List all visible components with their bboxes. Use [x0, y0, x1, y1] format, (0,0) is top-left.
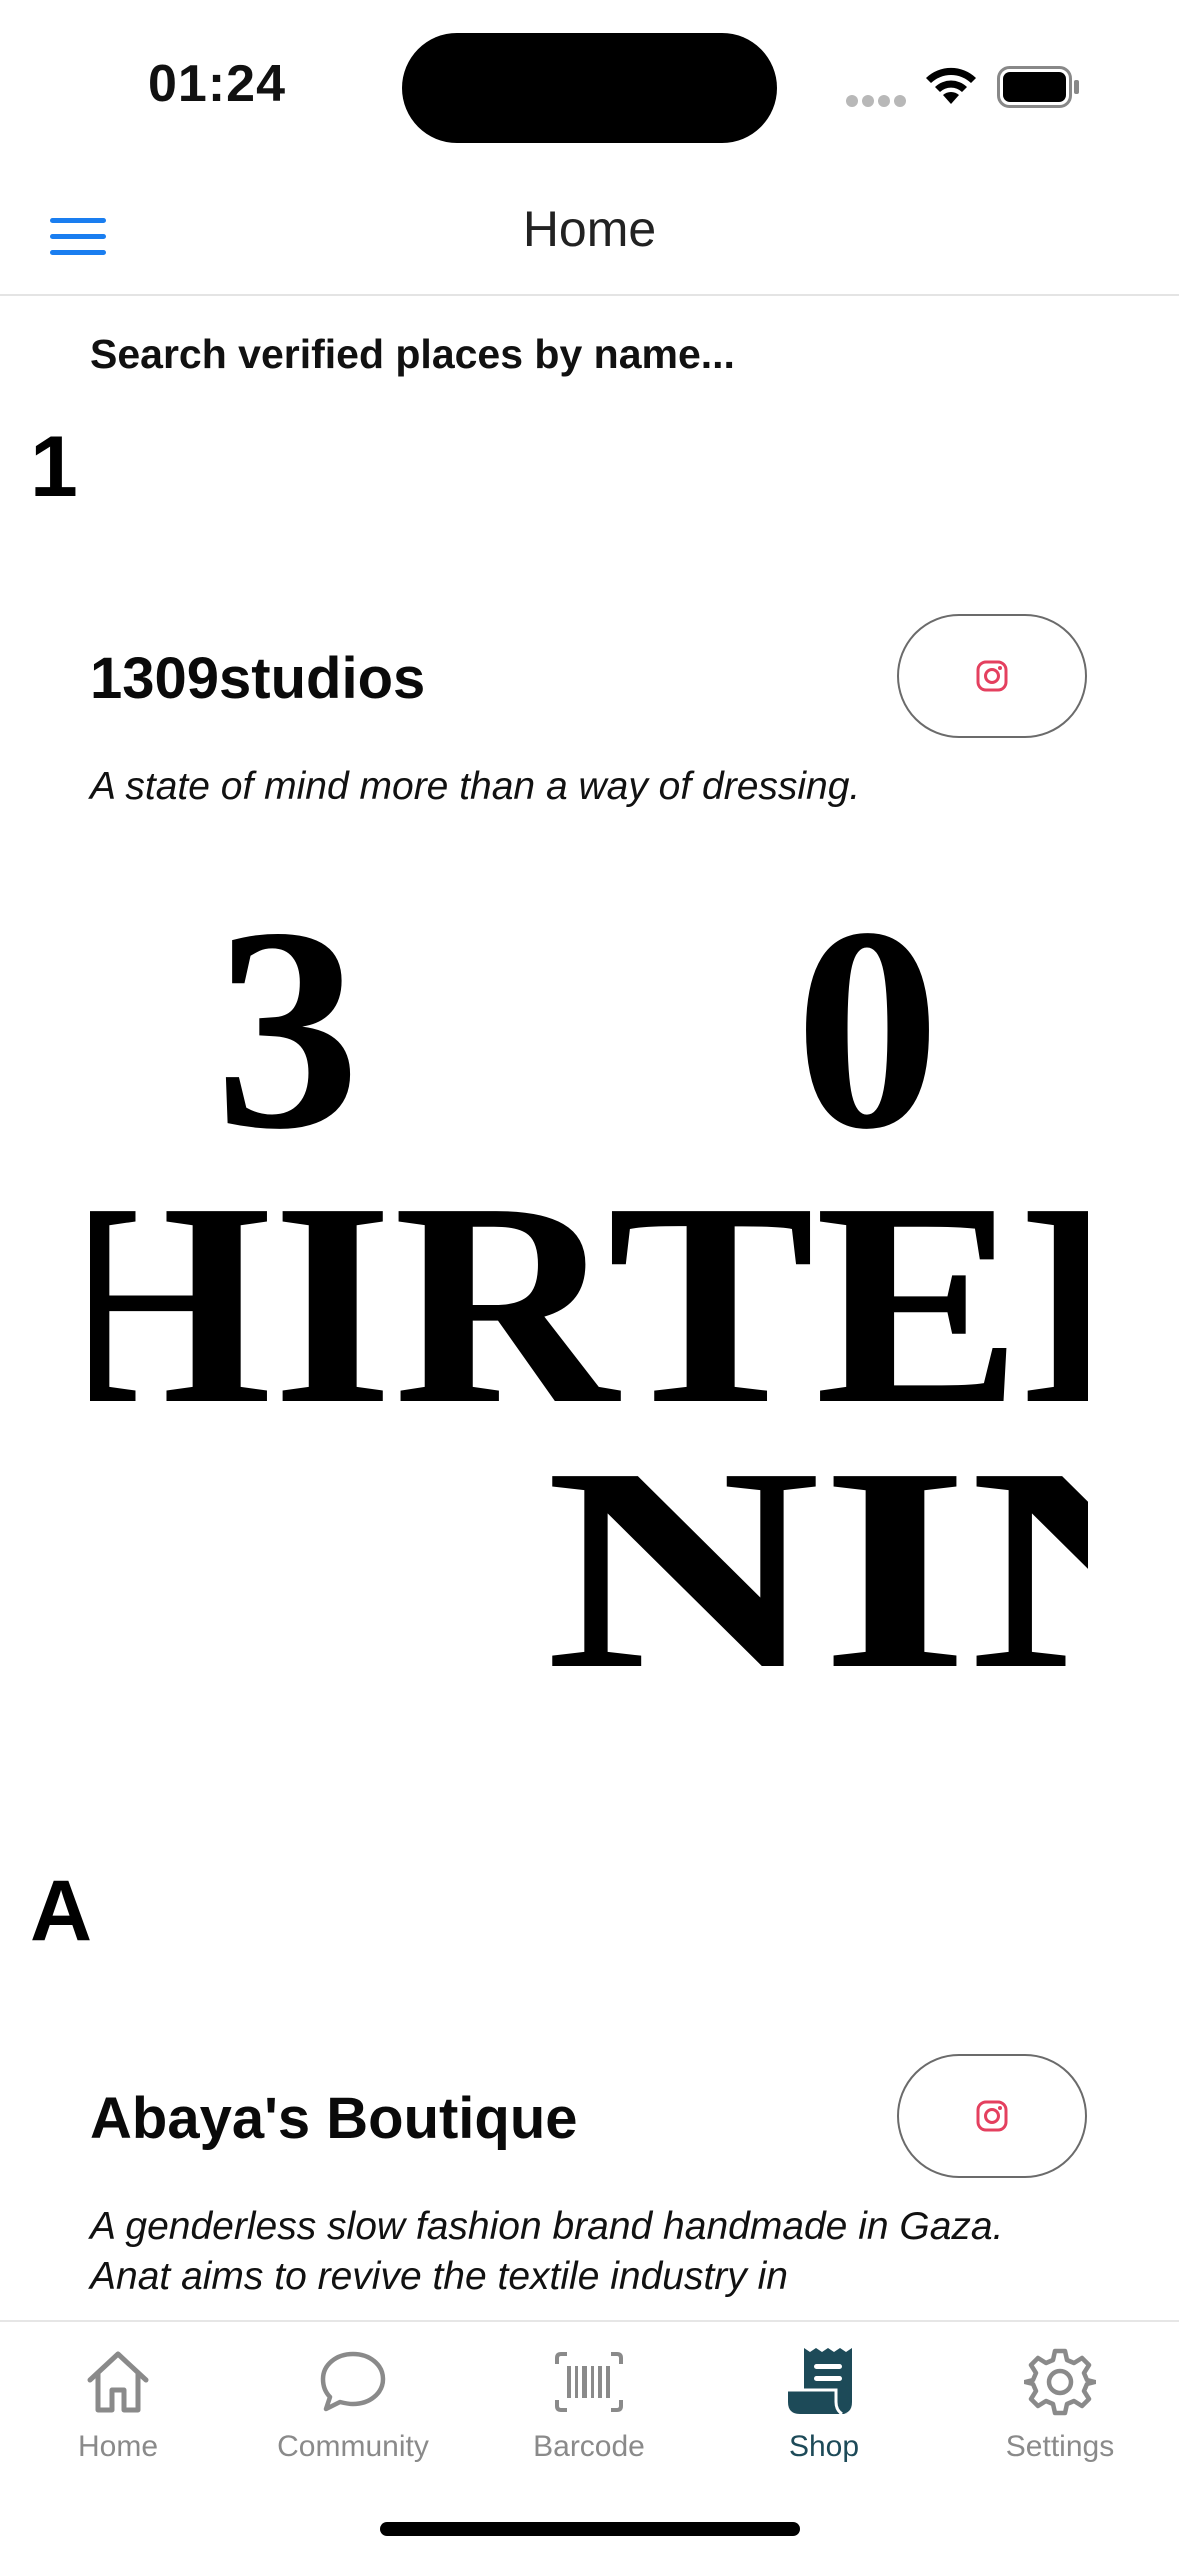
tab-label: Home	[77, 2430, 159, 2463]
status-time: 01:24	[148, 55, 286, 113]
logo-line-3: NIN	[545, 1408, 1088, 1729]
search-input[interactable]	[90, 324, 1090, 384]
tab-label: Settings	[1005, 2430, 1115, 2463]
place-name: Abaya's Boutique	[90, 2086, 578, 2151]
barcode-icon	[555, 2352, 623, 2412]
gear-icon	[1024, 2348, 1096, 2416]
tab-community[interactable]: Community	[253, 2340, 453, 2490]
section-header: 1	[30, 419, 78, 515]
battery-icon	[997, 66, 1079, 108]
tab-home[interactable]: Home	[18, 2340, 218, 2490]
cellular-signal-icon	[846, 95, 906, 107]
tab-label: Barcode	[533, 2430, 645, 2463]
tab-label: Shop	[788, 2430, 860, 2463]
place-name: 1309studios	[90, 646, 426, 711]
instagram-button[interactable]	[897, 2054, 1087, 2178]
status-bar: 01:24	[0, 0, 1179, 160]
instagram-icon	[976, 2100, 1008, 2132]
wifi-icon	[926, 67, 976, 104]
place-description: A genderless slow fashion brand handmade…	[90, 2205, 1004, 2298]
tab-shop[interactable]: Shop	[724, 2340, 924, 2490]
brand-logo-image: 3 0 HIRTEE NIN	[90, 876, 1088, 1806]
place-description: A state of mind more than a way of dress…	[90, 765, 861, 808]
dynamic-island	[402, 33, 777, 143]
page-title: Home	[522, 201, 657, 257]
home-indicator	[380, 2522, 800, 2536]
navigation-bar: Home	[0, 180, 1179, 296]
places-list[interactable]: 1 1309studios A state of mind more than …	[0, 296, 1179, 2320]
instagram-icon	[976, 660, 1008, 692]
instagram-button[interactable]	[897, 614, 1087, 738]
chat-bubble-icon	[320, 2351, 386, 2412]
tab-barcode[interactable]: Barcode	[489, 2340, 689, 2490]
tab-bar: Home Community Barcode Shop Settings	[0, 2320, 1179, 2558]
tab-label: Community	[277, 2430, 429, 2463]
receipt-icon	[788, 2348, 852, 2416]
home-icon	[87, 2351, 149, 2413]
section-header: A	[30, 1863, 93, 1959]
tab-settings[interactable]: Settings	[960, 2340, 1160, 2490]
